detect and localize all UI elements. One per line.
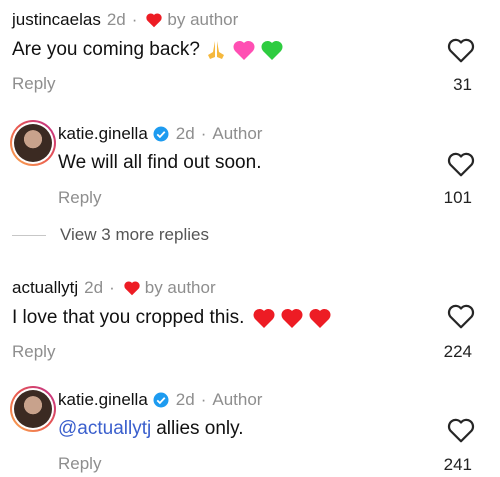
separator-dot: ·	[200, 124, 207, 143]
red-heart-emoji-icon	[253, 308, 275, 328]
verified-badge-icon	[153, 126, 169, 142]
pink-heart-emoji-icon	[233, 40, 255, 60]
author-liked-heart-icon	[146, 13, 163, 28]
comment-text-row: @actuallytj allies only.	[58, 418, 500, 440]
comment-username[interactable]: actuallytj	[12, 278, 78, 298]
separator-dot: ·	[200, 390, 207, 409]
comment-meta: katie.ginella 2d · Author	[58, 390, 500, 410]
comment-text-row: Are you coming back?	[12, 38, 500, 62]
like-heart-icon[interactable]	[446, 416, 476, 444]
comment-3: actuallytj 2d · by author I love that yo…	[0, 278, 500, 362]
comment-meta: katie.ginella 2d · Author	[58, 124, 500, 144]
comment-text-row: I love that you cropped this.	[12, 306, 500, 330]
comment-meta: justincaelas 2d · by author	[12, 10, 500, 30]
separator-dot: ·	[109, 278, 115, 297]
comment-text: allies only.	[156, 418, 244, 439]
comment-meta: actuallytj 2d · by author	[12, 278, 500, 298]
like-heart-icon[interactable]	[446, 150, 476, 178]
reply-button[interactable]: Reply	[58, 454, 500, 474]
reply-button[interactable]: Reply	[12, 342, 500, 362]
comment-4: katie.ginella 2d · Author @actuallytj al…	[0, 390, 500, 474]
verified-badge-icon	[153, 392, 169, 408]
folded-hands-emoji-icon	[208, 41, 224, 59]
comment-text: Are you coming back?	[12, 39, 200, 60]
view-more-replies-label: View 3 more replies	[60, 225, 209, 244]
mention-link[interactable]: @actuallytj	[58, 418, 151, 440]
reply-button[interactable]: Reply	[12, 74, 500, 94]
separator-dot: ·	[131, 10, 138, 29]
comment-text: I love that you cropped this.	[12, 307, 245, 328]
comment-text: We will all find out soon.	[58, 152, 262, 173]
comment-2: katie.ginella 2d · Author We will all fi…	[0, 124, 500, 208]
like-count: 241	[443, 455, 472, 474]
like-count: 31	[453, 75, 472, 94]
comment-username[interactable]: katie.ginella	[58, 390, 148, 410]
like-count: 224	[443, 342, 472, 361]
comment-time: 2d	[175, 390, 195, 409]
like-count: 101	[443, 188, 472, 207]
author-label: Author	[212, 124, 263, 143]
red-heart-emoji-icon	[309, 308, 331, 328]
liked-by-author-label: by author	[167, 10, 239, 29]
author-label: Author	[212, 390, 263, 409]
comment-time: 2d	[175, 124, 195, 143]
comment-text-row: We will all find out soon.	[58, 152, 500, 174]
comment-username[interactable]: katie.ginella	[58, 124, 148, 144]
red-heart-emoji-icon	[281, 308, 303, 328]
comment-1: justincaelas 2d · by author Are you comi…	[0, 10, 500, 94]
green-heart-emoji-icon	[261, 40, 283, 60]
reply-button[interactable]: Reply	[58, 188, 500, 208]
like-heart-icon[interactable]	[446, 36, 476, 64]
like-heart-icon[interactable]	[446, 302, 476, 330]
liked-by-author-label: by author	[144, 278, 216, 297]
view-more-replies-button[interactable]: View 3 more replies	[12, 225, 209, 245]
author-liked-heart-icon	[124, 281, 140, 296]
divider-line	[12, 234, 46, 236]
comment-time: 2d	[84, 278, 104, 297]
comment-username[interactable]: justincaelas	[12, 10, 101, 30]
comment-time: 2d	[106, 10, 126, 29]
